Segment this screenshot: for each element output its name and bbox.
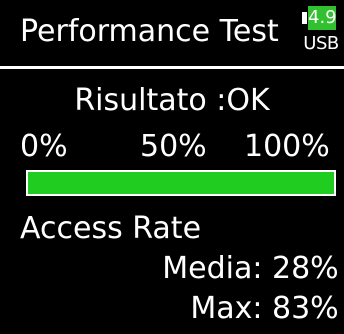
battery-terminal-icon: [302, 12, 307, 24]
scale-max-label: 100%: [244, 129, 330, 164]
header: Performance Test 4.9 USB: [0, 0, 344, 66]
scale-min-label: 0%: [20, 129, 68, 164]
performance-test-screen: Performance Test 4.9 USB Risultato :OK 0…: [0, 0, 344, 334]
access-rate-label: Access Rate: [20, 211, 202, 246]
progress-bar: [26, 170, 336, 196]
page-title: Performance Test: [20, 14, 279, 49]
average-rate-value: 28%: [272, 251, 339, 286]
average-rate-label: Media:: [162, 251, 263, 286]
battery-voltage: 4.9: [308, 6, 337, 30]
progress-bar-fill: [28, 172, 334, 194]
average-rate-row: Media: 28%: [0, 250, 339, 288]
result-text: Risultato :OK: [74, 83, 270, 118]
battery-indicator: 4.9 USB: [300, 6, 340, 60]
header-divider: [0, 66, 344, 69]
max-rate-value: 83%: [272, 291, 339, 326]
max-rate-row: Max: 83%: [0, 290, 339, 328]
max-rate-label: Max:: [190, 291, 263, 326]
power-source: USB: [303, 33, 339, 54]
scale-mid-label: 50%: [140, 129, 207, 164]
